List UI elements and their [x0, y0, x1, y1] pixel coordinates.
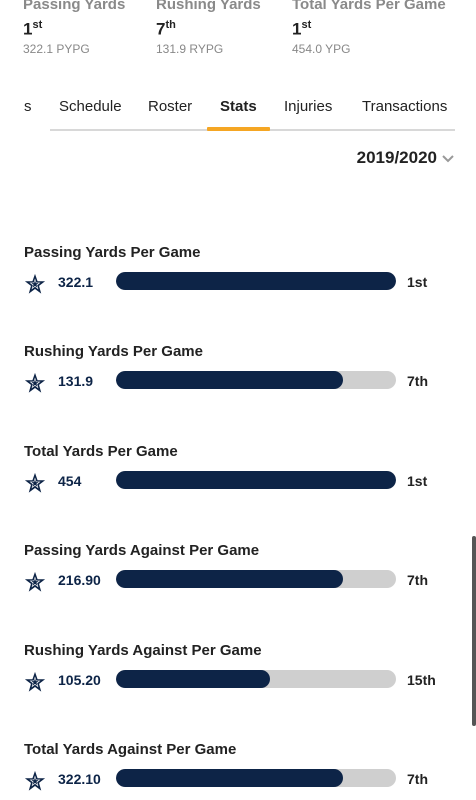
stat-title: Rushing Yards Against Per Game: [24, 642, 262, 659]
stat-rushing-yards-against-per-game: Rushing Yards Against Per Game 105.20 15…: [24, 642, 454, 692]
stat-bar-fill: [116, 471, 396, 489]
star-icon: [24, 372, 46, 393]
stat-value: 105.20: [58, 672, 101, 688]
stat-title: Rushing Yards Per Game: [24, 343, 203, 360]
stat-row: 454 1st: [24, 471, 454, 493]
stat-rank: 7th: [407, 771, 428, 787]
top-stat-label: Total Yards Per Game: [292, 0, 446, 13]
stat-rank: 15th: [407, 672, 436, 688]
team-stat-summary: Passing Yards 1st 322.1 PYPG Rushing Yar…: [0, 0, 476, 70]
top-stat-rank: 7th: [156, 19, 176, 39]
top-stat-rank: 1st: [23, 19, 43, 39]
stat-bar-track: [116, 272, 396, 290]
stat-row: 322.10 7th: [24, 769, 454, 791]
stat-bar-fill: [116, 570, 343, 588]
stat-rank: 7th: [407, 572, 428, 588]
top-stat-passing: Passing Yards 1st 322.1 PYPG: [23, 0, 125, 56]
star-icon: [24, 273, 46, 294]
stat-bar-fill: [116, 769, 343, 787]
top-stat-sub: 454.0 YPG: [292, 41, 351, 56]
stat-bar-track: [116, 769, 396, 787]
stat-title: Total Yards Per Game: [24, 443, 178, 460]
stat-rank: 1st: [407, 274, 428, 290]
top-stat-rank: 1st: [292, 19, 312, 39]
stat-title: Passing Yards Per Game: [24, 244, 201, 261]
top-stat-total: Total Yards Per Game 1st 454.0 YPG: [292, 0, 446, 56]
tab-injuries[interactable]: Injuries: [284, 98, 332, 115]
active-tab-indicator: [207, 127, 270, 131]
tab-transactions[interactable]: Transactions: [362, 98, 447, 115]
star-icon: [24, 472, 46, 493]
tab-stats[interactable]: Stats: [220, 98, 257, 115]
top-stat-label: Passing Yards: [23, 0, 126, 13]
stat-rank: 7th: [407, 373, 428, 389]
tab-news[interactable]: s: [24, 98, 32, 115]
stat-bar-track: [116, 371, 396, 389]
stat-bar-track: [116, 670, 396, 688]
stat-bar-track: [116, 570, 396, 588]
season-selector[interactable]: 2019/2020: [357, 148, 455, 168]
stat-bar-fill: [116, 371, 343, 389]
tab-schedule[interactable]: Schedule: [59, 98, 122, 115]
stat-passing-yards-per-game: Passing Yards Per Game 322.1 1st: [24, 244, 454, 294]
stat-row: 131.9 7th: [24, 371, 454, 393]
stat-value: 454: [58, 473, 82, 489]
stat-title: Total Yards Against Per Game: [24, 741, 237, 758]
star-icon: [24, 770, 46, 791]
stat-row: 105.20 15th: [24, 670, 454, 692]
top-stat-rushing: Rushing Yards 7th 131.9 RYPG: [156, 0, 261, 56]
stat-value: 216.90: [58, 572, 101, 588]
stat-rushing-yards-per-game: Rushing Yards Per Game 131.9 7th: [24, 343, 454, 393]
star-icon: [24, 671, 46, 692]
stat-rank: 1st: [407, 473, 428, 489]
stat-passing-yards-against-per-game: Passing Yards Against Per Game 216.90 7t…: [24, 542, 454, 592]
stat-total-yards-against-per-game: Total Yards Against Per Game 322.10 7th: [24, 741, 454, 791]
stat-total-yards-per-game: Total Yards Per Game 454 1st: [24, 443, 454, 493]
stat-value: 131.9: [58, 373, 94, 389]
stat-title: Passing Yards Against Per Game: [24, 542, 260, 559]
stat-bar-fill: [116, 272, 396, 290]
stat-bar-track: [116, 471, 396, 489]
stat-value: 322.10: [58, 771, 101, 787]
season-label: 2019/2020: [356, 148, 437, 167]
chevron-down-icon: [442, 155, 454, 163]
star-icon: [24, 571, 46, 592]
stat-bar-fill: [116, 670, 270, 688]
top-stat-sub: 322.1 PYPG: [23, 41, 90, 56]
top-stat-sub: 131.9 RYPG: [156, 41, 224, 56]
tab-roster[interactable]: Roster: [148, 98, 192, 115]
stat-row: 216.90 7th: [24, 570, 454, 592]
top-stat-label: Rushing Yards: [156, 0, 261, 13]
scrollbar-thumb[interactable]: [472, 536, 476, 726]
team-tabs: s Schedule Roster Stats Injuries Transac…: [0, 94, 476, 130]
stat-row: 322.1 1st: [24, 272, 454, 294]
stat-value: 322.1: [58, 274, 94, 290]
